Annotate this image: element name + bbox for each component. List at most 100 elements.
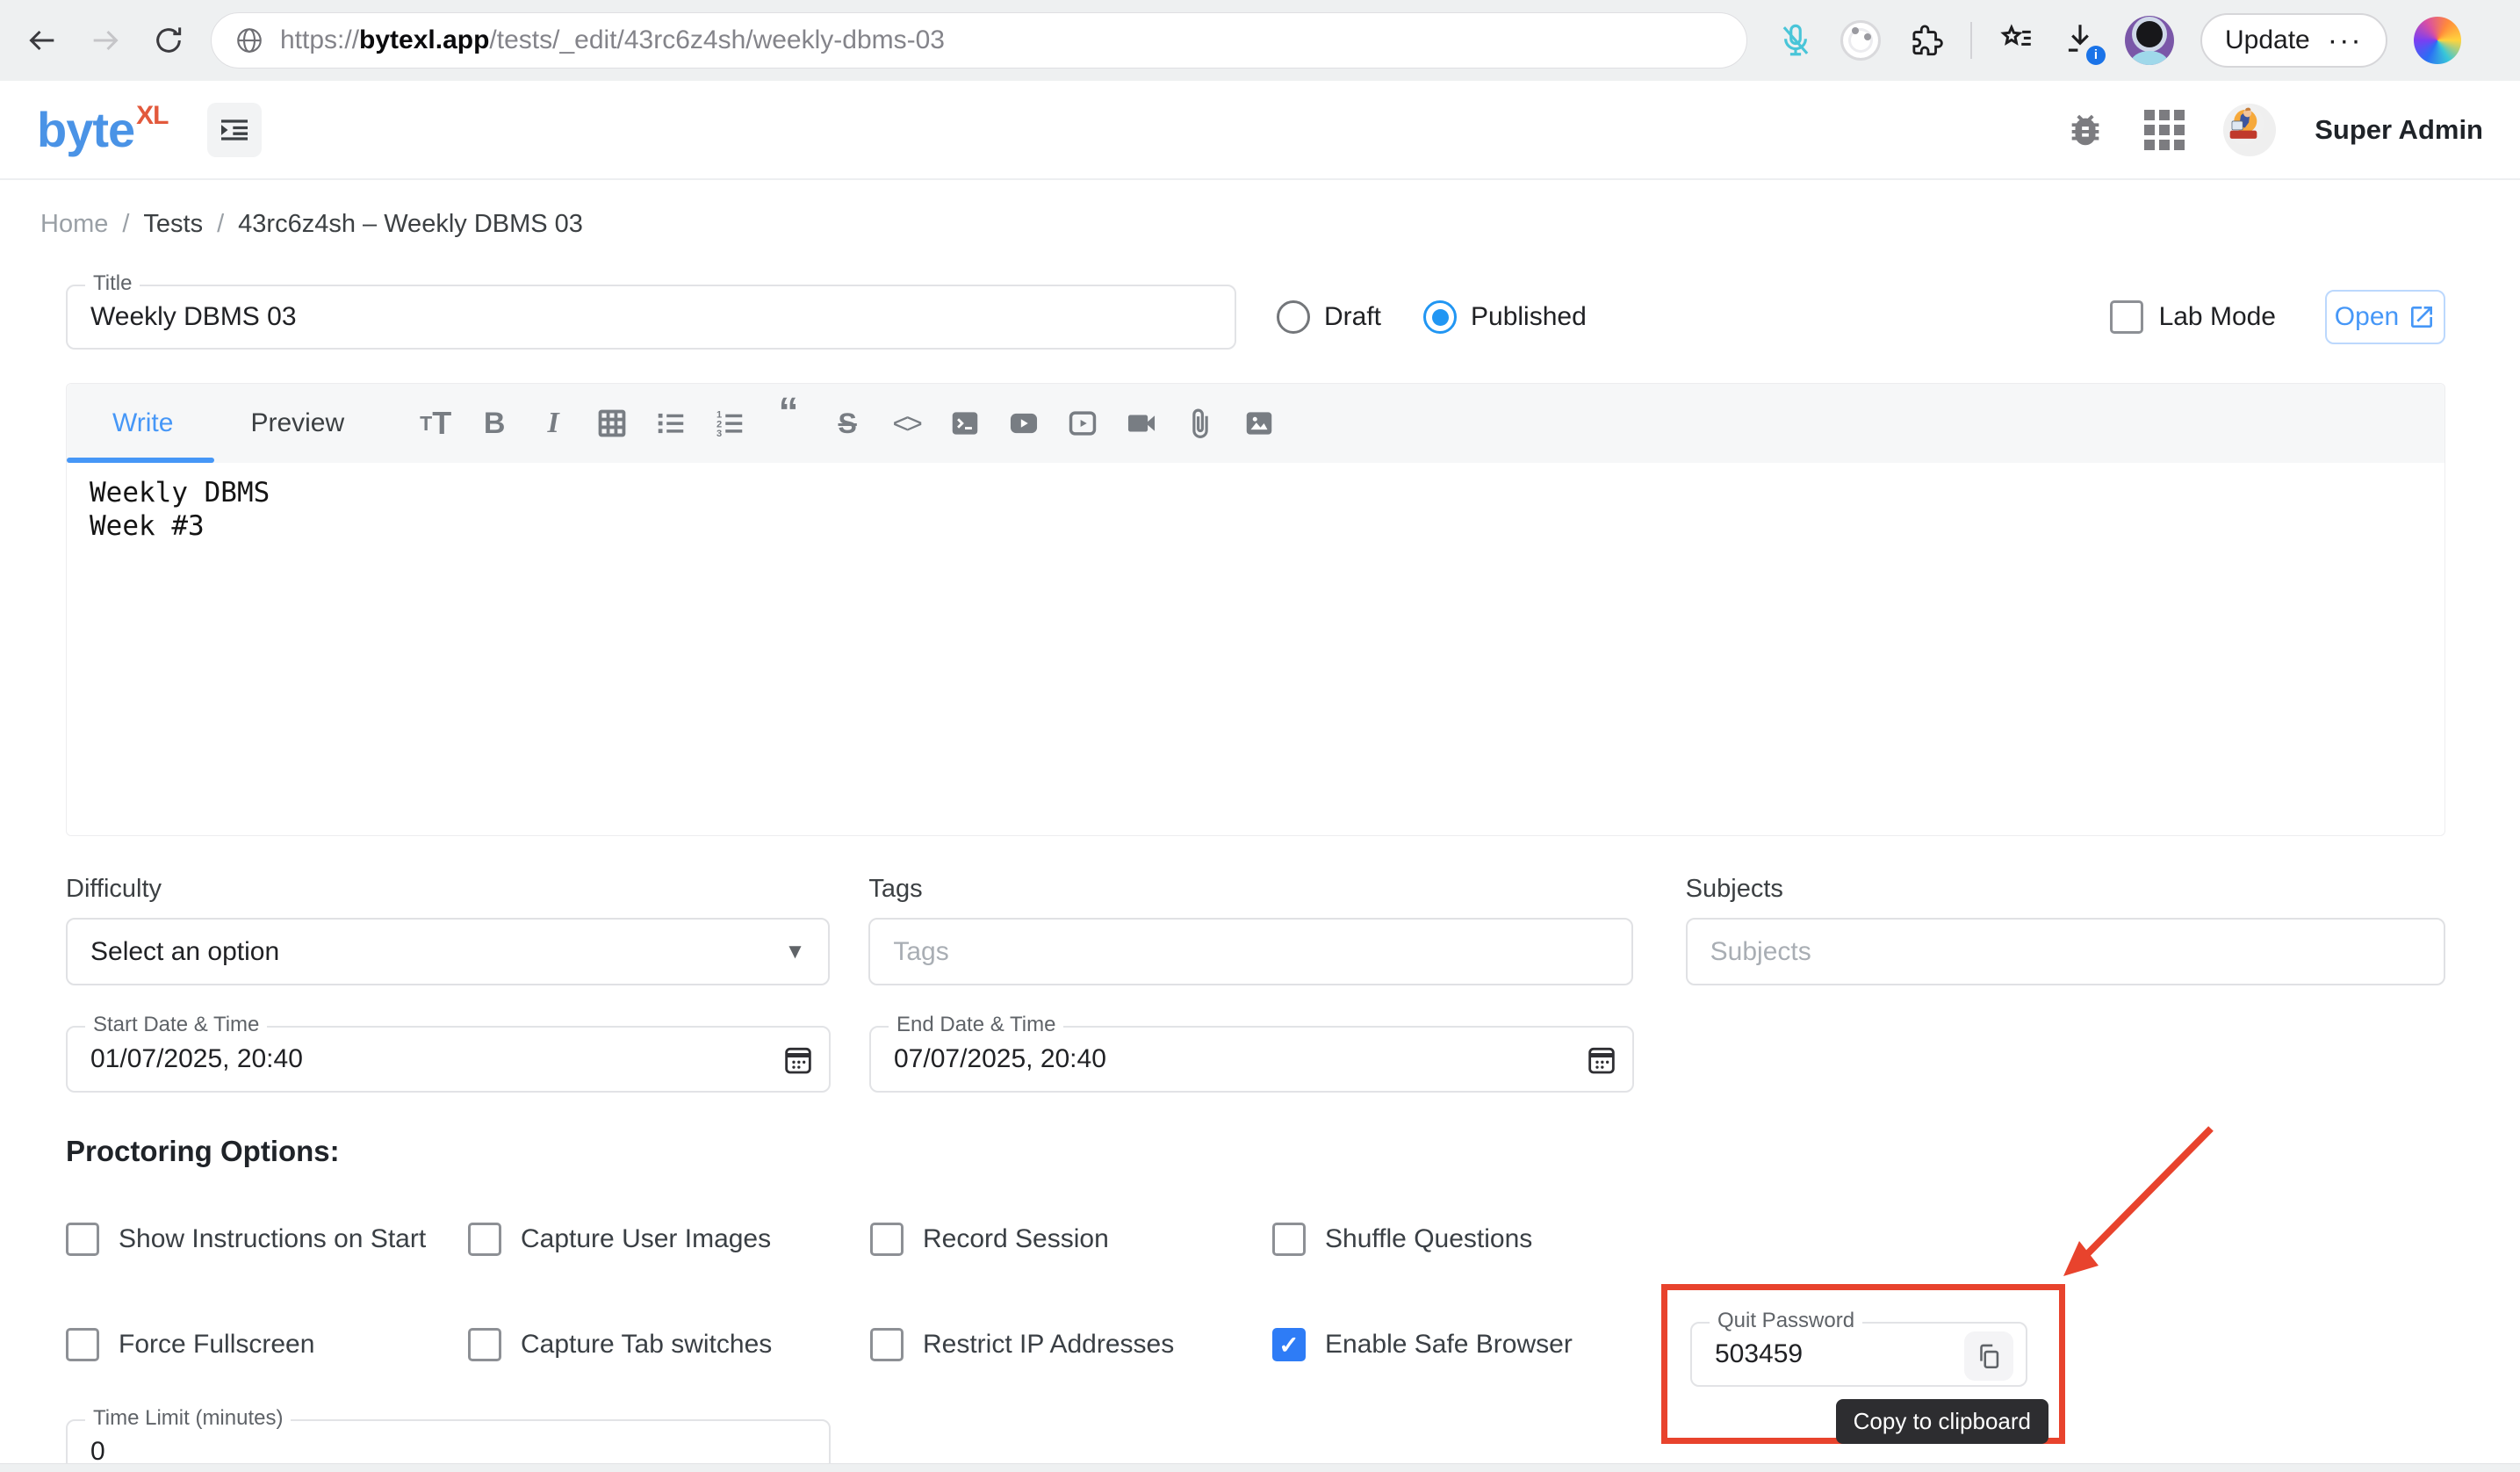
reload-button[interactable] bbox=[148, 19, 190, 61]
tags-input[interactable] bbox=[893, 937, 1608, 967]
checkbox[interactable] bbox=[468, 1223, 501, 1256]
reload-icon bbox=[151, 23, 186, 58]
tab-preview[interactable]: Preview bbox=[212, 384, 383, 463]
bold-button[interactable]: B bbox=[477, 402, 512, 444]
attachment-button[interactable] bbox=[1183, 402, 1218, 444]
text-size-button[interactable]: TT bbox=[418, 402, 453, 444]
sidebar-toggle-button[interactable] bbox=[207, 103, 262, 157]
favorites-star-list-icon[interactable] bbox=[1998, 22, 2035, 59]
bytexl-logo[interactable]: byteXL bbox=[37, 105, 167, 155]
youtube-embed-button[interactable] bbox=[1006, 402, 1041, 444]
breadcrumb-tests[interactable]: Tests bbox=[143, 210, 203, 239]
image-button[interactable] bbox=[1242, 402, 1277, 444]
checkbox[interactable] bbox=[870, 1223, 904, 1256]
url-text: https://bytexl.app/tests/_edit/43rc6z4sh… bbox=[280, 25, 945, 55]
video-embed-button[interactable] bbox=[1065, 402, 1100, 444]
downloads-button[interactable]: i bbox=[2062, 20, 2099, 61]
option-record-session[interactable]: Record Session bbox=[870, 1223, 1272, 1256]
option-capture-user-images[interactable]: Capture User Images bbox=[468, 1223, 870, 1256]
start-date-picker-button[interactable] bbox=[767, 1028, 829, 1090]
svg-text:3: 3 bbox=[716, 429, 722, 439]
italic-button[interactable]: I bbox=[536, 402, 571, 444]
checkbox[interactable] bbox=[66, 1223, 99, 1256]
tracking-shield-icon[interactable] bbox=[1840, 20, 1881, 61]
external-link-icon bbox=[2408, 303, 2436, 331]
checkbox[interactable] bbox=[66, 1328, 99, 1361]
editor-content[interactable]: Weekly DBMS Week #3 bbox=[67, 463, 2444, 835]
test-edit-form: Title Draft Published Lab Mode Open bbox=[66, 285, 2445, 1472]
option-show-instructions[interactable]: Show Instructions on Start bbox=[66, 1223, 468, 1256]
user-name[interactable]: Super Admin bbox=[2315, 114, 2483, 146]
code-button[interactable]: <> bbox=[889, 402, 924, 444]
open-button-label: Open bbox=[2335, 302, 2399, 332]
breadcrumb: Home / Tests / 43rc6z4sh – Weekly DBMS 0… bbox=[40, 210, 2520, 239]
published-radio-icon[interactable] bbox=[1423, 300, 1457, 334]
option-restrict-ip[interactable]: Restrict IP Addresses bbox=[870, 1328, 1272, 1361]
lab-mode-checkbox[interactable] bbox=[2110, 300, 2143, 334]
end-date-picker-button[interactable] bbox=[1571, 1028, 1632, 1090]
more-options-dots-icon[interactable]: ··· bbox=[2328, 24, 2363, 58]
option-capture-tab-switches[interactable]: Capture Tab switches bbox=[468, 1328, 870, 1361]
radio-published[interactable]: Published bbox=[1423, 300, 1587, 334]
terminal-embed-button[interactable] bbox=[947, 402, 983, 444]
breadcrumb-separator: / bbox=[122, 210, 129, 239]
breadcrumb-current: 43rc6z4sh – Weekly DBMS 03 bbox=[238, 210, 583, 239]
date-row: Start Date & Time End Date & Time bbox=[66, 1026, 2445, 1093]
option-label: Capture User Images bbox=[521, 1224, 771, 1254]
difficulty-label: Difficulty bbox=[66, 875, 830, 904]
indent-menu-icon bbox=[217, 112, 252, 148]
option-force-fullscreen[interactable]: Force Fullscreen bbox=[66, 1328, 468, 1361]
open-button[interactable]: Open bbox=[2325, 290, 2445, 344]
user-avatar[interactable] bbox=[2223, 104, 2276, 156]
option-shuffle-questions[interactable]: Shuffle Questions bbox=[1272, 1223, 1674, 1256]
browser-update-button[interactable]: Update ··· bbox=[2200, 13, 2387, 68]
copilot-icon[interactable] bbox=[2414, 17, 2461, 64]
description-editor: Write Preview TT B I 123 „ S <> bbox=[66, 383, 2445, 836]
browser-profile-avatar[interactable] bbox=[2125, 16, 2174, 65]
tab-write[interactable]: Write bbox=[67, 384, 212, 463]
breadcrumb-home[interactable]: Home bbox=[40, 210, 108, 239]
option-label: Record Session bbox=[923, 1224, 1109, 1254]
quit-password-field: Quit Password bbox=[1690, 1322, 2027, 1387]
end-date-label: End Date & Time bbox=[889, 1013, 1063, 1037]
calendar-icon bbox=[1584, 1042, 1619, 1077]
table-button[interactable] bbox=[594, 402, 630, 444]
option-label: Capture Tab switches bbox=[521, 1330, 772, 1360]
numbered-list-button[interactable]: 123 bbox=[712, 402, 747, 444]
bug-report-icon[interactable] bbox=[2065, 110, 2106, 150]
checkbox[interactable] bbox=[1272, 1223, 1306, 1256]
apps-grid-icon[interactable] bbox=[2144, 110, 2185, 150]
option-label: Show Instructions on Start bbox=[119, 1224, 426, 1254]
blockquote-button[interactable]: „ bbox=[771, 397, 806, 439]
editor-line: Week #3 bbox=[90, 510, 2422, 544]
checkbox-checked[interactable]: ✓ bbox=[1272, 1328, 1306, 1361]
extensions-puzzle-icon[interactable] bbox=[1907, 22, 1944, 59]
breadcrumb-separator: / bbox=[217, 210, 224, 239]
header-actions: Super Admin bbox=[2065, 104, 2483, 156]
forward-button[interactable] bbox=[84, 19, 126, 61]
time-limit-label: Time Limit (minutes) bbox=[85, 1406, 291, 1431]
record-video-button[interactable] bbox=[1124, 402, 1159, 444]
subjects-input[interactable] bbox=[1710, 937, 2421, 967]
start-date-field: Start Date & Time bbox=[66, 1026, 831, 1093]
bullet-list-button[interactable] bbox=[653, 402, 688, 444]
difficulty-select[interactable]: Select an option ▼ bbox=[66, 918, 830, 985]
status-radio-group: Draft Published bbox=[1277, 300, 1587, 334]
title-input[interactable] bbox=[68, 286, 1235, 348]
option-enable-safe-browser[interactable]: ✓ Enable Safe Browser bbox=[1272, 1328, 1674, 1361]
back-button[interactable] bbox=[21, 19, 63, 61]
quit-password-annotation-box: Quit Password Copy to clipboard bbox=[1661, 1284, 2065, 1444]
checkbox[interactable] bbox=[870, 1328, 904, 1361]
copy-password-button[interactable] bbox=[1964, 1331, 2013, 1381]
draft-radio-icon[interactable] bbox=[1277, 300, 1310, 334]
calendar-icon bbox=[781, 1042, 816, 1077]
checkbox[interactable] bbox=[468, 1328, 501, 1361]
address-bar[interactable]: https://bytexl.app/tests/_edit/43rc6z4sh… bbox=[211, 12, 1747, 69]
subjects-label: Subjects bbox=[1686, 875, 2445, 904]
strikethrough-button[interactable]: S bbox=[830, 402, 865, 444]
lab-mode-toggle[interactable]: Lab Mode bbox=[2110, 300, 2276, 334]
microphone-muted-icon[interactable] bbox=[1777, 22, 1814, 59]
radio-draft[interactable]: Draft bbox=[1277, 300, 1381, 334]
copy-icon bbox=[1974, 1341, 2004, 1371]
option-label: Shuffle Questions bbox=[1325, 1224, 1532, 1254]
